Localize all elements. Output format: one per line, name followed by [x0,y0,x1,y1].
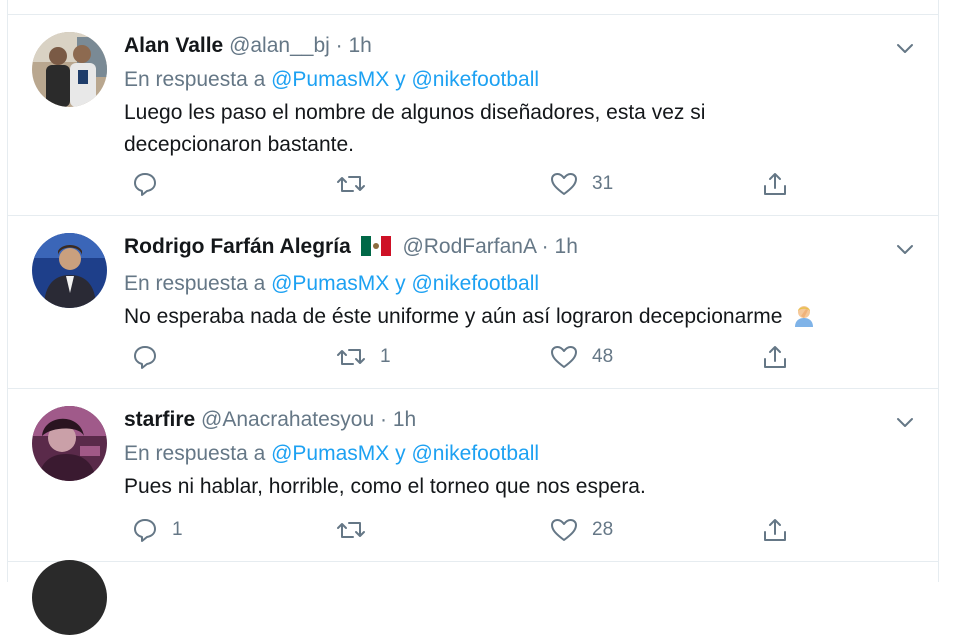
reply-button[interactable] [132,171,172,197]
separator-dot: · [335,34,343,57]
like-icon [550,171,578,197]
share-button[interactable] [762,344,788,370]
tweet-actions: 1 48 [124,344,918,374]
reply-conjunction: y [395,272,406,295]
user-handle[interactable]: @RodFarfanA [402,235,535,258]
avatar[interactable] [32,32,107,107]
display-name[interactable]: Alan Valle [124,34,223,57]
tweet[interactable]: Alan Valle @alan__bj · 1h En respuesta a… [8,15,938,216]
avatar[interactable] [32,560,107,635]
display-name[interactable]: starfire [124,408,195,431]
timestamp[interactable]: 1h [555,235,578,258]
tweet[interactable]: Rodrigo Farfán Alegría @RodFarfanA · 1h … [8,216,938,389]
share-button[interactable] [762,517,788,543]
share-button[interactable] [762,171,788,197]
reply-prefix: En respuesta a [124,68,266,91]
retweet-icon [336,517,366,543]
mention-link[interactable]: @nikefootball [411,442,539,465]
avatar[interactable] [32,406,107,481]
mention-link[interactable]: @PumasMX [271,272,389,295]
mexico-flag-icon [360,233,391,267]
like-button[interactable]: 31 [550,171,613,197]
tweet-actions: 1 28 [124,517,918,547]
tweet-text-line: No esperaba nada de éste uniforme y aún … [124,305,783,328]
retweet-button[interactable]: 1 [336,344,391,370]
user-handle[interactable]: @alan__bj [229,34,330,57]
reply-icon [132,517,158,543]
tweet-text: Luego les paso el nombre de algunos dise… [124,97,918,161]
chevron-down-icon[interactable] [894,411,916,433]
reply-prefix: En respuesta a [124,442,266,465]
facepalm-emoji-icon [792,303,816,337]
timeline-feed: Alan Valle @alan__bj · 1h En respuesta a… [7,0,939,635]
reply-context: En respuesta a @PumasMX y @nikefootball [124,63,918,97]
tweet-text: No esperaba nada de éste uniforme y aún … [124,301,918,337]
like-button[interactable]: 48 [550,344,613,370]
tweet[interactable]: starfire @Anacrahatesyou · 1h En respues… [8,389,938,562]
like-count: 28 [592,519,614,540]
timestamp[interactable]: 1h [348,34,371,57]
like-count: 31 [592,173,614,194]
timestamp[interactable]: 1h [393,408,416,431]
retweet-button[interactable] [336,517,380,543]
like-icon [550,517,578,543]
user-handle[interactable]: @Anacrahatesyou [201,408,374,431]
reply-icon [132,171,158,197]
reply-context: En respuesta a @PumasMX y @nikefootball [124,267,918,301]
chevron-down-icon[interactable] [894,238,916,260]
reply-conjunction: y [395,68,406,91]
tweet-text-line: Pues ni hablar, horrible, como el torneo… [124,475,646,498]
display-name[interactable]: Rodrigo Farfán Alegría [124,235,351,258]
separator-dot: · [379,408,387,431]
tweet-text-line: decepcionaron bastante. [124,133,355,156]
tweet-actions: 31 [124,171,918,201]
reply-prefix: En respuesta a [124,272,266,295]
share-icon [762,171,788,197]
reply-icon [132,344,158,370]
reply-context: En respuesta a @PumasMX y @nikefootball [124,437,918,471]
share-icon [762,517,788,543]
tweet-text: Pues ni hablar, horrible, como el torneo… [124,471,918,503]
reply-button[interactable] [132,344,172,370]
retweet-icon [336,171,366,197]
tweet-text-line: Luego les paso el nombre de algunos dise… [124,101,706,124]
reply-conjunction: y [395,442,406,465]
mention-link[interactable]: @nikefootball [411,68,539,91]
avatar[interactable] [32,233,107,308]
mention-link[interactable]: @PumasMX [271,68,389,91]
reply-count: 1 [172,519,183,540]
mention-link[interactable]: @PumasMX [271,442,389,465]
share-icon [762,344,788,370]
separator-dot: · [541,235,549,258]
retweet-count: 1 [380,346,391,367]
like-button[interactable]: 28 [550,517,613,543]
retweet-icon [336,344,366,370]
like-icon [550,344,578,370]
retweet-button[interactable] [336,171,380,197]
mention-link[interactable]: @nikefootball [411,272,539,295]
chevron-down-icon[interactable] [894,37,916,59]
like-count: 48 [592,346,614,367]
reply-button[interactable]: 1 [132,517,183,543]
